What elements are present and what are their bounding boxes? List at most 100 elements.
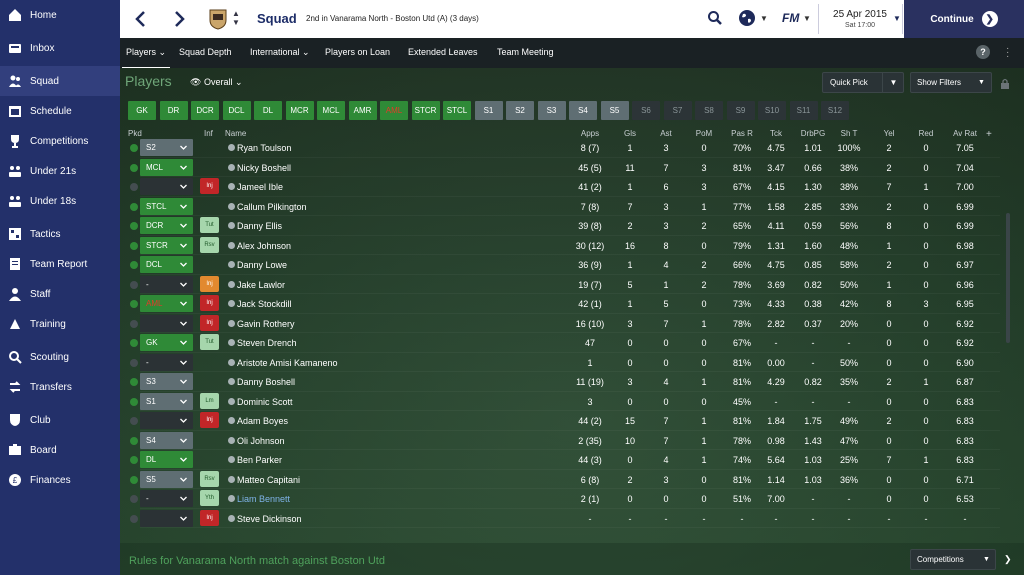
info-icon[interactable] bbox=[228, 261, 235, 268]
info-icon[interactable] bbox=[228, 202, 235, 210]
position-dropdown[interactable]: S4 bbox=[140, 431, 193, 449]
player-name[interactable]: Ben Parker bbox=[228, 455, 282, 465]
col-gls[interactable]: Gls bbox=[624, 129, 636, 138]
sidebar-item-team-report[interactable]: Team Report bbox=[0, 249, 120, 279]
info-icon[interactable] bbox=[228, 397, 235, 405]
table-row[interactable]: Inj Steve Dickinson - - - - - - - - - - - bbox=[120, 509, 1024, 528]
selection-dot[interactable] bbox=[130, 241, 138, 250]
table-row[interactable]: STCL Callum Pilkington 7 (8) 7 3 1 77% 1.58 2.85… bbox=[120, 197, 1024, 216]
position-dropdown[interactable] bbox=[140, 314, 193, 332]
table-row[interactable]: Inj Jameel Ible 41 (2) 1 6 3 67% 4.15 1.30 38% 7 1 7… bbox=[120, 177, 1024, 197]
player-name[interactable]: Matteo Capitani bbox=[228, 475, 300, 485]
table-row[interactable]: Inj Adam Boyes 44 (2) 15 7 1 81% 1.84 1.75 49% 2 0 6… bbox=[120, 411, 1024, 431]
col-red[interactable]: Red bbox=[919, 129, 934, 138]
status-badge[interactable]: Tut bbox=[200, 334, 219, 350]
col-pkd[interactable]: Pkd bbox=[128, 129, 142, 138]
position-dropdown[interactable]: S1 bbox=[140, 392, 193, 410]
view-selector[interactable]: 👁 Overall ⌄ bbox=[190, 77, 243, 88]
sidebar-item-staff[interactable]: Staff bbox=[0, 279, 120, 309]
sidebar-item-under-18s[interactable]: Under 18s bbox=[0, 186, 120, 216]
sidebar-item-transfers[interactable]: Transfers bbox=[0, 372, 120, 402]
selection-dot[interactable] bbox=[130, 397, 138, 406]
info-icon[interactable] bbox=[228, 144, 235, 151]
position-dropdown[interactable]: STCL bbox=[140, 197, 193, 215]
info-icon[interactable] bbox=[228, 280, 235, 288]
position-dropdown[interactable]: - bbox=[140, 353, 193, 371]
position-button-mcl[interactable]: MCL bbox=[317, 101, 345, 120]
position-button-s3[interactable]: S3 bbox=[537, 101, 566, 120]
position-dropdown[interactable]: S3 bbox=[140, 373, 193, 390]
col-yel[interactable]: Yel bbox=[884, 129, 895, 138]
tab-players-on-loan[interactable]: Players on Loan bbox=[325, 47, 390, 57]
status-badge[interactable]: Tut bbox=[200, 217, 219, 233]
selection-dot[interactable] bbox=[130, 475, 138, 484]
scrollbar[interactable] bbox=[1006, 213, 1010, 343]
search-icon[interactable] bbox=[707, 10, 723, 26]
sidebar-item-schedule[interactable]: Schedule bbox=[0, 96, 120, 126]
player-name[interactable]: Jameel Ible bbox=[228, 182, 283, 192]
position-dropdown[interactable]: S2 bbox=[140, 139, 193, 156]
position-button-aml[interactable]: AML bbox=[380, 101, 408, 120]
table-row[interactable]: S5 Rsv Matteo Capitani 6 (8) 2 3 0 81% 1.14 1.03 3… bbox=[120, 470, 1024, 489]
selection-dot[interactable] bbox=[130, 319, 138, 328]
sidebar-item-home[interactable]: Home bbox=[0, 0, 120, 30]
table-row[interactable]: DCL Danny Lowe 36 (9) 1 4 2 66% 4.75 0.85 58% 2 0 6.… bbox=[120, 255, 1024, 275]
sidebar-item-squad[interactable]: Squad bbox=[0, 66, 120, 96]
position-button-dr[interactable]: DR bbox=[159, 101, 188, 120]
selection-dot[interactable] bbox=[130, 163, 138, 172]
selection-dot[interactable] bbox=[130, 378, 138, 386]
info-icon[interactable] bbox=[228, 514, 235, 522]
position-dropdown[interactable] bbox=[140, 412, 193, 429]
position-dropdown[interactable] bbox=[140, 509, 193, 527]
col-av-rat[interactable]: Av Rat bbox=[953, 129, 977, 138]
globe-icon[interactable] bbox=[738, 9, 756, 27]
col-inf[interactable]: Inf bbox=[204, 129, 213, 138]
position-button-stcr[interactable]: STCR bbox=[411, 101, 440, 120]
table-row[interactable]: AML Inj Jack Stockdill 42 (1) 1 5 0 73% 4.33 0.38… bbox=[120, 294, 1024, 314]
position-dropdown[interactable] bbox=[140, 178, 193, 195]
selection-dot[interactable] bbox=[130, 417, 138, 425]
sidebar-item-competitions[interactable]: Competitions bbox=[0, 126, 120, 156]
sidebar-item-club[interactable]: Club bbox=[0, 405, 120, 435]
table-row[interactable]: - Yth Liam Bennett 2 (1) 0 0 0 51% 7.00- -0 0 6.53 bbox=[120, 489, 1024, 509]
status-badge[interactable]: Inj bbox=[200, 295, 219, 311]
position-button-dcr[interactable]: DCR bbox=[191, 101, 219, 120]
col-sh-t[interactable]: Sh T bbox=[841, 129, 858, 138]
selection-dot[interactable] bbox=[130, 436, 138, 445]
selection-dot[interactable] bbox=[130, 514, 138, 523]
player-name[interactable]: Jake Lawlor bbox=[228, 280, 285, 290]
status-badge[interactable]: Rsv bbox=[200, 236, 219, 253]
info-icon[interactable] bbox=[228, 358, 235, 366]
col-pom[interactable]: PoM bbox=[696, 129, 712, 138]
tab-squad-depth[interactable]: Squad Depth bbox=[179, 47, 232, 57]
table-row[interactable]: S4 Oli Johnson 2 (35) 10 7 1 78% 0.98 1.43 47% 0 0 6… bbox=[120, 431, 1024, 450]
sidebar-item-training[interactable]: Training bbox=[0, 309, 120, 339]
player-name[interactable]: Nicky Boshell bbox=[228, 163, 291, 173]
position-button-s1[interactable]: S1 bbox=[474, 101, 503, 120]
player-name[interactable]: Danny Ellis bbox=[228, 221, 282, 231]
player-name[interactable]: Adam Boyes bbox=[228, 416, 288, 426]
position-button-s8[interactable]: S8 bbox=[695, 101, 723, 120]
status-badge[interactable]: Inj bbox=[200, 412, 219, 428]
lock-icon[interactable] bbox=[1000, 78, 1010, 89]
info-icon[interactable] bbox=[228, 300, 235, 307]
chevron-down-icon[interactable]: ▼ bbox=[882, 72, 904, 93]
status-badge[interactable]: Inj bbox=[200, 275, 219, 292]
col-name[interactable]: Name bbox=[225, 129, 246, 138]
position-dropdown[interactable]: - bbox=[140, 275, 193, 293]
forward-button[interactable] bbox=[164, 0, 194, 38]
player-name[interactable]: Alex Johnson bbox=[228, 241, 291, 251]
continue-button[interactable]: Continue ❯ bbox=[904, 0, 1024, 38]
player-name[interactable]: Steven Drench bbox=[228, 338, 297, 348]
position-dropdown[interactable]: - bbox=[140, 490, 193, 507]
club-crest-icon[interactable] bbox=[208, 8, 228, 30]
position-button-s6[interactable]: S6 bbox=[632, 101, 660, 120]
position-button-s7[interactable]: S7 bbox=[663, 101, 692, 120]
info-icon[interactable] bbox=[228, 475, 235, 483]
info-icon[interactable] bbox=[228, 339, 235, 346]
sidebar-item-inbox[interactable]: Inbox bbox=[0, 33, 120, 63]
info-icon[interactable] bbox=[228, 436, 235, 444]
player-name[interactable]: Oli Johnson bbox=[228, 436, 285, 446]
status-badge[interactable]: Lm bbox=[200, 392, 219, 409]
table-row[interactable]: S3 Danny Boshell 11 (19) 3 4 1 81% 4.29 0.82 35% 2… bbox=[120, 372, 1024, 392]
